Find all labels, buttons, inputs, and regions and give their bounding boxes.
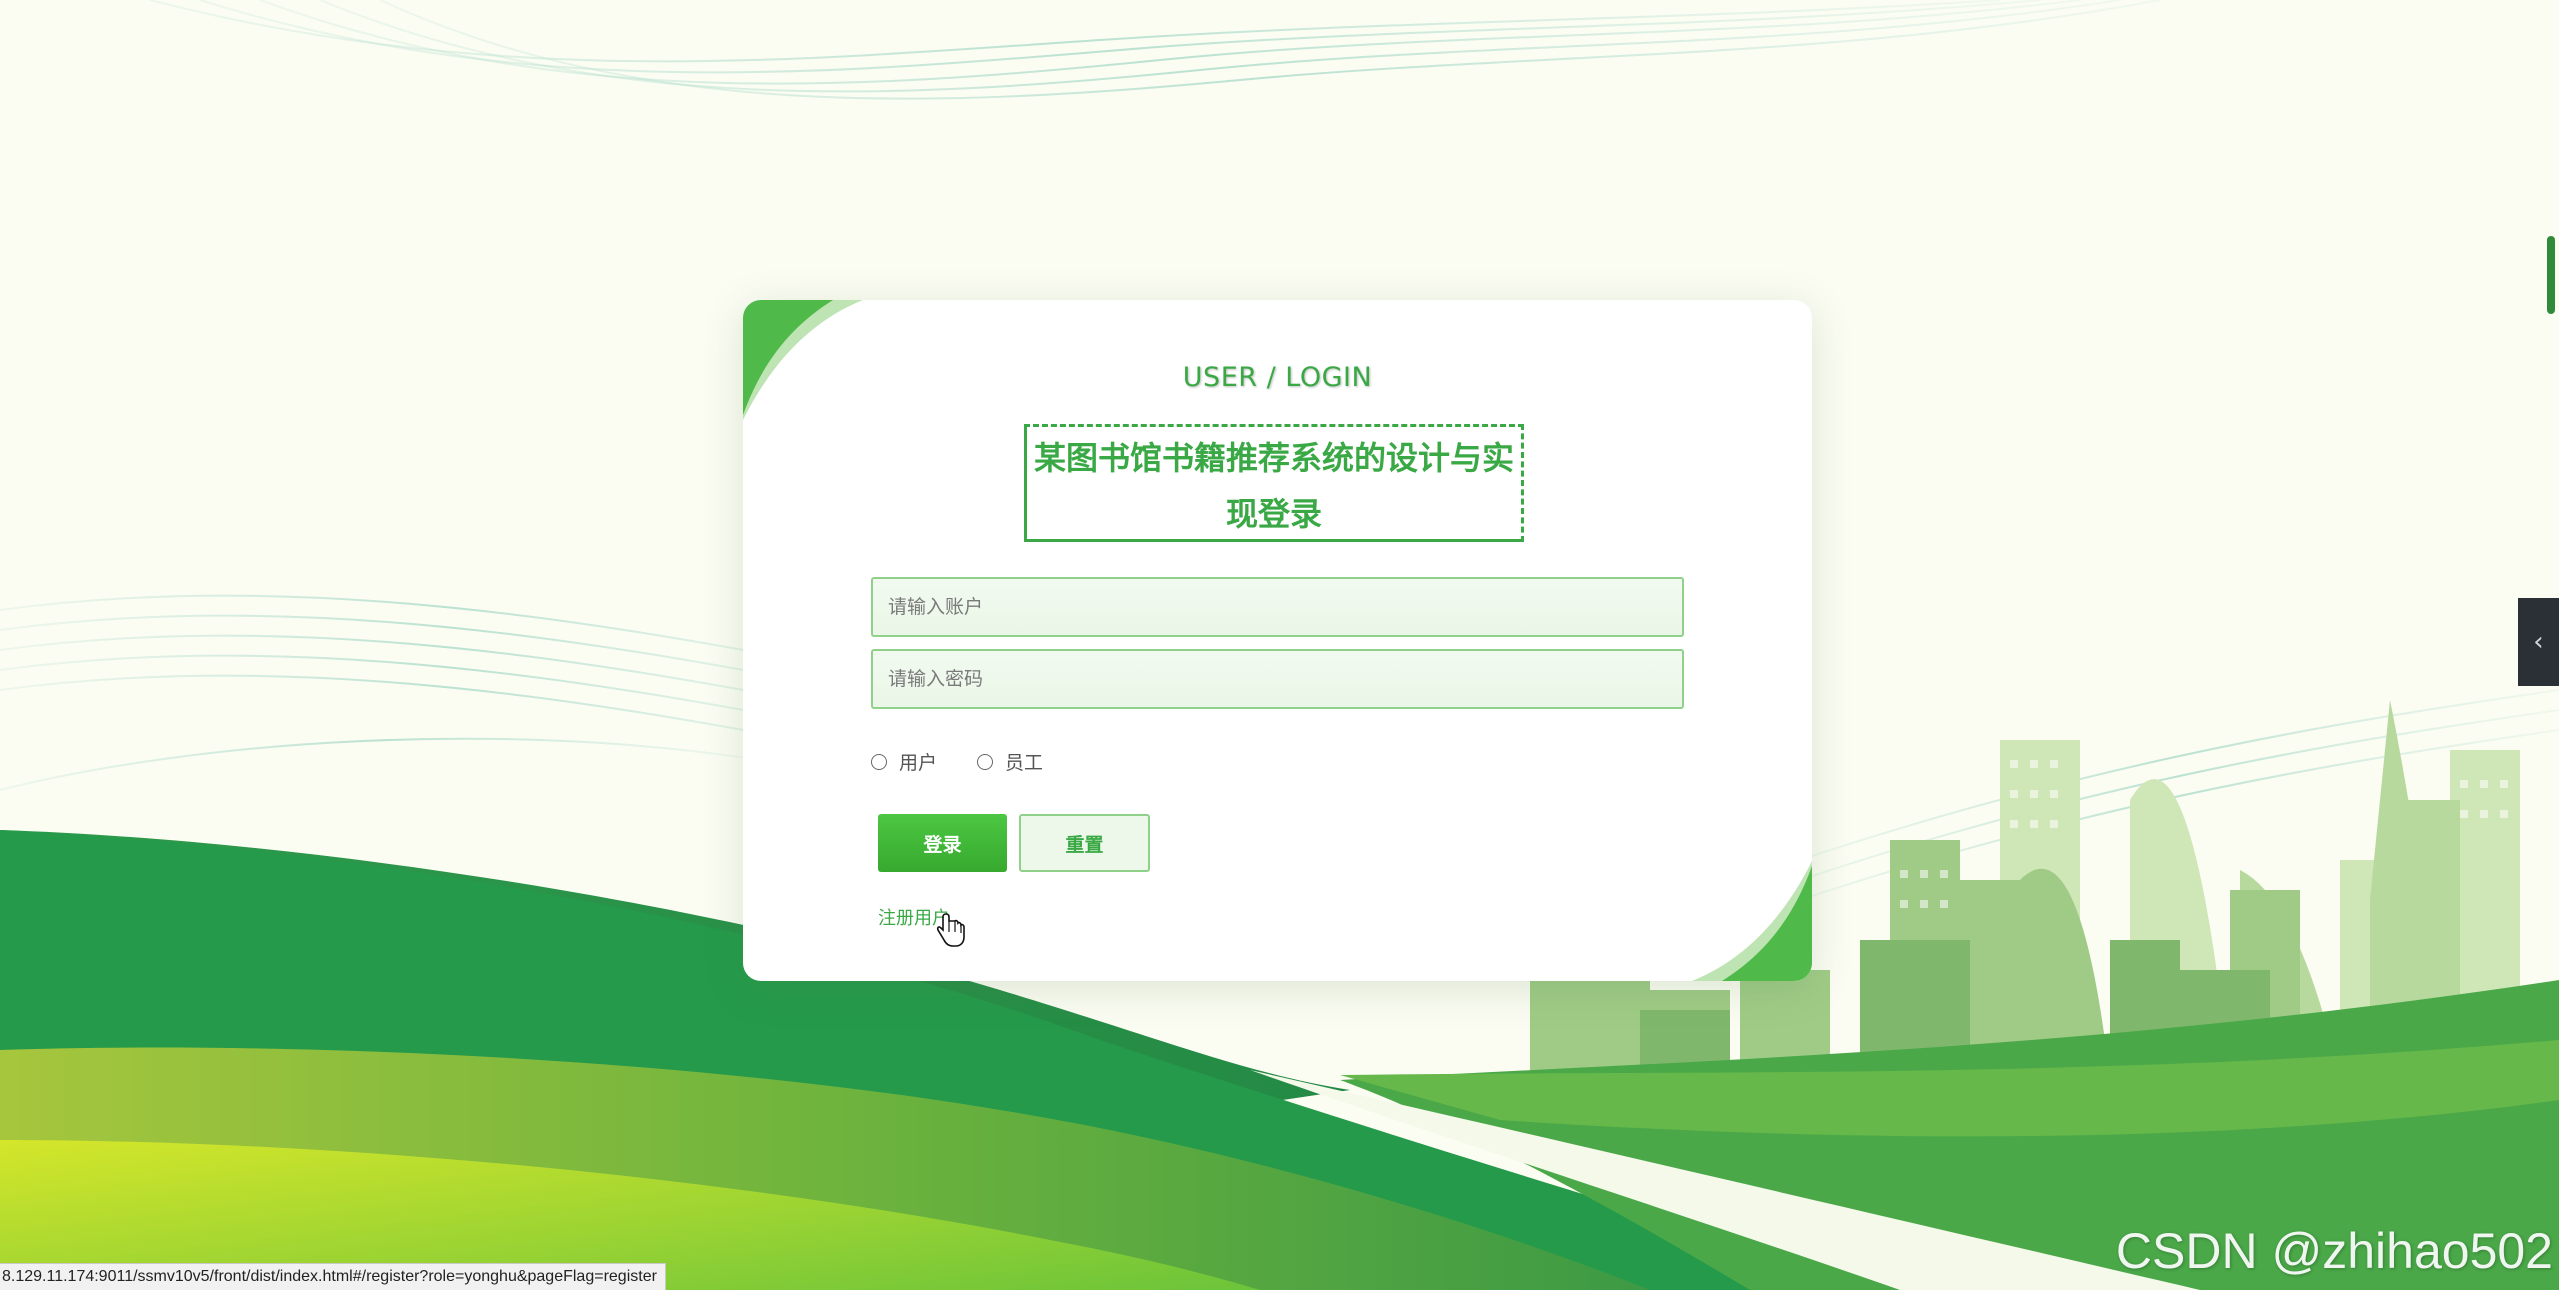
login-card: USER / LOGIN 某图书馆书籍推荐系统的设计与实现登录 用户 员工 登录…: [743, 300, 1812, 981]
card-corner-decoration: [1692, 861, 1812, 981]
role-option-user[interactable]: 用户: [871, 748, 937, 775]
login-button[interactable]: 登录: [878, 814, 1007, 872]
scroll-indicator[interactable]: [2547, 236, 2555, 314]
reset-button[interactable]: 重置: [1019, 814, 1150, 872]
account-input[interactable]: [871, 577, 1684, 637]
role-radio-group: 用户 员工: [871, 748, 1083, 775]
login-page: USER / LOGIN 某图书馆书籍推荐系统的设计与实现登录 用户 员工 登录…: [0, 0, 2559, 1290]
hand-cursor-icon: [936, 913, 965, 947]
role-label: 员工: [1005, 752, 1044, 774]
status-bar-url: 8.129.11.174:9011/ssmv10v5/front/dist/in…: [0, 1263, 666, 1290]
watermark: CSDN @zhihao502: [2115, 1223, 2553, 1279]
radio-icon[interactable]: [871, 753, 887, 770]
page-title: 某图书馆书籍推荐系统的设计与实现登录: [1024, 424, 1524, 542]
password-input[interactable]: [871, 649, 1684, 709]
side-panel-toggle[interactable]: ‹: [2518, 598, 2559, 686]
login-subtitle: USER / LOGIN: [1182, 362, 1373, 393]
radio-icon[interactable]: [977, 753, 994, 770]
chevron-left-icon: ‹: [2533, 627, 2544, 657]
role-label: 用户: [899, 752, 938, 774]
role-option-staff[interactable]: 员工: [977, 748, 1043, 775]
